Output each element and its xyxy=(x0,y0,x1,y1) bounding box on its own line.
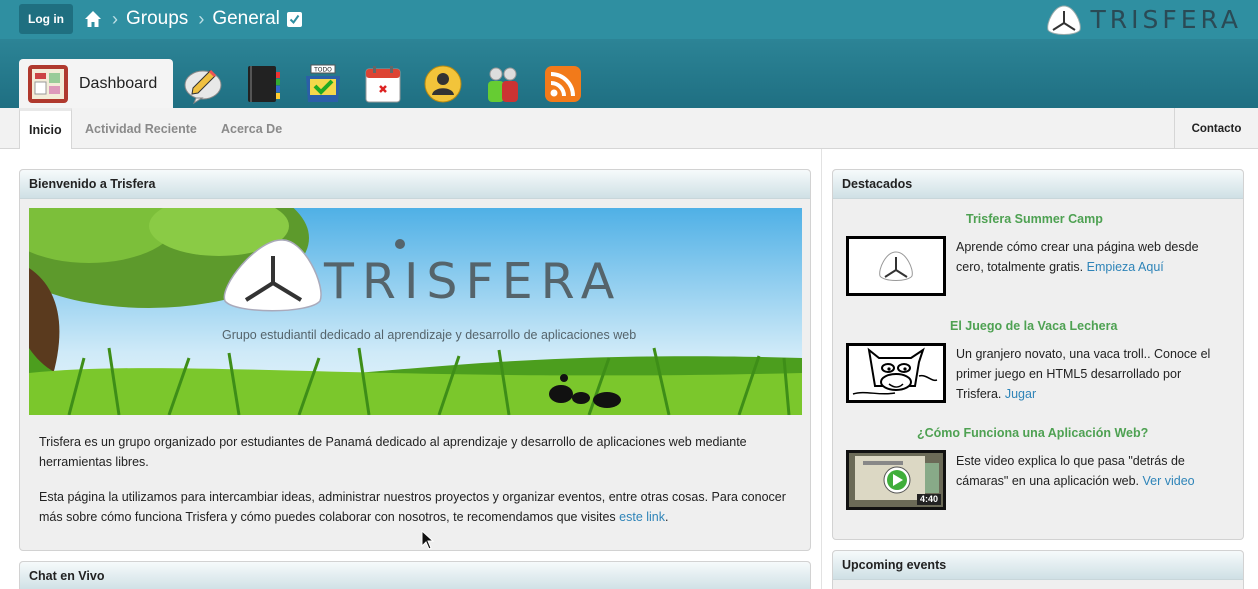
tab-actividad-reciente[interactable]: Actividad Reciente xyxy=(85,108,197,149)
featured-item-text: Aprende cómo crear una página web desde … xyxy=(956,237,1226,277)
banner-illustration xyxy=(29,208,802,415)
summer-camp-thumbnail[interactable] xyxy=(846,236,946,296)
featured-item-text: Un granjero novato, una vaca troll.. Con… xyxy=(956,344,1226,404)
column-divider xyxy=(821,149,822,589)
breadcrumb: › Groups › General xyxy=(84,6,302,32)
user-icon[interactable] xyxy=(423,64,463,104)
breadcrumb-general[interactable]: General xyxy=(212,8,280,30)
tab-inicio[interactable]: Inicio xyxy=(19,108,72,149)
upcoming-events-title: Upcoming events xyxy=(833,551,1243,580)
rss-icon[interactable] xyxy=(543,64,583,104)
ver-video-link[interactable]: Ver video xyxy=(1143,474,1195,488)
cow-icon xyxy=(849,346,943,400)
welcome-paragraph-1: Trisfera es un grupo organizado por estu… xyxy=(39,435,747,469)
welcome-banner: TRISFERA Grupo estudiantil dedicado al a… xyxy=(29,208,802,415)
apps-bar: Dashboard TODO xyxy=(0,39,1258,108)
breadcrumb-groups[interactable]: Groups xyxy=(126,8,188,30)
empieza-aqui-link[interactable]: Empieza Aquí xyxy=(1087,260,1164,274)
video-thumbnail[interactable]: 4:40 xyxy=(846,450,946,510)
app-tab-dashboard[interactable]: Dashboard xyxy=(19,59,173,108)
breadcrumb-separator: › xyxy=(112,8,118,29)
dashboard-icon xyxy=(28,64,68,103)
tab-acerca-de[interactable]: Acerca De xyxy=(221,108,282,149)
brand-name: TRISFERA xyxy=(1090,5,1242,34)
mouse-cursor-icon xyxy=(421,530,435,550)
svg-text:TODO: TODO xyxy=(313,67,332,74)
brand-logo[interactable]: TRISFERA xyxy=(1044,0,1242,39)
welcome-paragraph-2: Esta página la utilizamos para intercamb… xyxy=(39,487,789,527)
featured-panel: Destacados Trisfera Summer Camp Aprende … xyxy=(832,169,1244,540)
featured-panel-title: Destacados xyxy=(833,170,1243,199)
banner-tagline: Grupo estudiantil dedicado al aprendizaj… xyxy=(222,328,637,342)
breadcrumb-separator: › xyxy=(198,8,205,29)
este-link[interactable]: este link xyxy=(619,510,665,524)
upcoming-events-panel: Upcoming events xyxy=(832,550,1244,589)
welcome-panel-title: Bienvenido a Trisfera xyxy=(20,170,810,199)
welcome-paragraph-2-end: . xyxy=(665,510,669,524)
featured-item-text: Este video explica lo que pasa "detrás d… xyxy=(956,451,1226,491)
welcome-panel: Bienvenido a Trisfera TRISFERA Grupo est… xyxy=(19,169,811,551)
trisfera-logo-icon xyxy=(849,239,943,293)
chat-panel: Chat en Vivo xyxy=(19,561,811,589)
featured-item-title[interactable]: Trisfera Summer Camp xyxy=(966,212,1103,226)
featured-item-title[interactable]: ¿Cómo Funciona una Aplicación Web? xyxy=(917,426,1148,440)
featured-item-title[interactable]: El Juego de la Vaca Lechera xyxy=(950,319,1117,333)
login-button[interactable]: Log in xyxy=(19,4,73,34)
featured-item-description: Un granjero novato, una vaca troll.. Con… xyxy=(956,347,1211,401)
banner-brand: TRISFERA xyxy=(324,253,623,310)
todo-icon[interactable]: TODO xyxy=(303,64,343,104)
video-duration: 4:40 xyxy=(916,494,941,505)
jugar-link[interactable]: Jugar xyxy=(1005,387,1036,401)
pencil-chat-icon[interactable] xyxy=(183,64,223,104)
contacto-link[interactable]: Contacto xyxy=(1174,108,1258,149)
people-icon[interactable] xyxy=(483,64,523,104)
sub-navigation: Inicio Actividad Reciente Acerca De Cont… xyxy=(0,108,1258,149)
welcome-paragraph-2-text: Esta página la utilizamos para intercamb… xyxy=(39,490,786,524)
cow-game-thumbnail[interactable] xyxy=(846,343,946,403)
chat-panel-title: Chat en Vivo xyxy=(20,562,810,589)
top-bar: Log in › Groups › General TRISFERA xyxy=(0,0,1258,39)
check-icon[interactable] xyxy=(286,11,302,27)
app-tab-dashboard-label: Dashboard xyxy=(79,74,158,92)
notebook-icon[interactable] xyxy=(243,64,283,104)
home-icon[interactable] xyxy=(84,10,102,28)
calendar-icon[interactable] xyxy=(363,64,403,104)
trisfera-logo-icon xyxy=(1047,4,1082,35)
